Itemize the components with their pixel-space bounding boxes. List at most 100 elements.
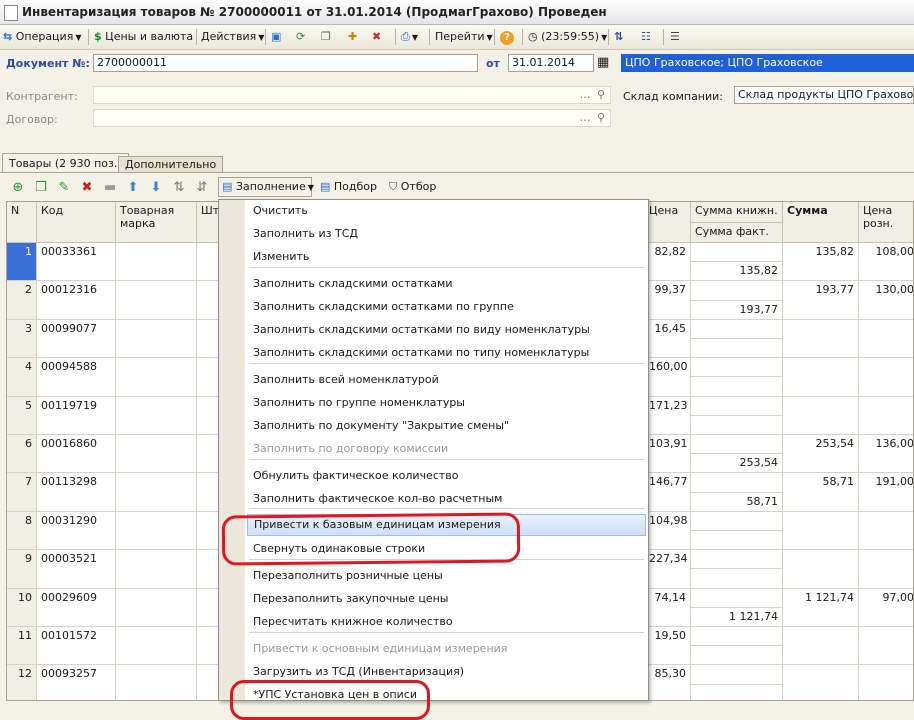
menu-item[interactable]: Перезаполнить розничные цены xyxy=(247,565,646,587)
menu-item[interactable]: Изменить xyxy=(247,246,646,268)
sort-asc-icon[interactable]: ⇅ xyxy=(171,180,187,196)
refresh-icon[interactable]: ⟳ xyxy=(296,28,305,46)
cell-price[interactable]: 85,30 xyxy=(645,665,691,700)
menu-item[interactable]: Заполнить всей номенклатурой xyxy=(247,369,646,391)
cell-brand[interactable] xyxy=(116,627,197,666)
unpost-icon[interactable]: ✖ xyxy=(372,28,381,46)
cell-brand[interactable] xyxy=(116,396,197,435)
col-header-brand[interactable]: Товарная марка xyxy=(116,202,197,243)
cell-sum[interactable] xyxy=(783,396,859,435)
list-icon[interactable]: ☰ xyxy=(670,28,680,46)
menu-item[interactable]: Привести к основным единицам измерения xyxy=(247,638,646,660)
cell-n[interactable]: 8 xyxy=(7,511,37,551)
help-icon[interactable]: ? xyxy=(500,28,514,46)
cell-brand[interactable] xyxy=(116,473,197,512)
menu-item[interactable]: Заполнить из ТСД xyxy=(247,223,646,245)
cell-retail[interactable] xyxy=(859,627,913,666)
cell-retail[interactable] xyxy=(859,665,913,700)
cell-sum[interactable]: 58,71 xyxy=(783,473,859,512)
cell-n[interactable]: 6 xyxy=(7,435,37,474)
cell-sum-fact[interactable]: 58,71 xyxy=(691,492,783,512)
cell-brand[interactable] xyxy=(116,665,197,700)
search-icon[interactable]: ⚲ xyxy=(594,88,608,102)
menu-item[interactable]: Заполнить складскими остатками по типу н… xyxy=(247,342,646,364)
cell-sum[interactable] xyxy=(783,511,859,551)
cell-n[interactable]: 5 xyxy=(7,396,37,435)
cell-price[interactable]: 99,37 xyxy=(645,281,691,320)
cell-brand[interactable] xyxy=(116,358,197,397)
prices-currency-button[interactable]: $ Цены и валюта xyxy=(94,28,193,46)
cell-sum-book[interactable] xyxy=(691,435,783,455)
save-icon[interactable]: ▣ xyxy=(271,28,281,46)
cell-brand[interactable] xyxy=(116,319,197,359)
cell-sum-fact[interactable]: 1 121,74 xyxy=(691,607,783,627)
cell-code[interactable]: 00093257 xyxy=(37,665,116,700)
cell-code[interactable]: 00012316 xyxy=(37,281,116,320)
cell-sum[interactable]: 193,77 xyxy=(783,281,859,320)
filter-button[interactable]: ⛉ Отбор xyxy=(389,179,436,195)
cell-code[interactable]: 00003521 xyxy=(37,550,116,589)
move-up-icon[interactable]: ⬆ xyxy=(125,180,141,196)
cell-sum-fact[interactable]: 135,82 xyxy=(691,262,783,282)
cell-sum-fact[interactable]: 253,54 xyxy=(691,454,783,474)
cell-n[interactable]: 1 xyxy=(7,243,37,282)
fill-menu-button[interactable]: ▤ Заполнение ▼ xyxy=(218,177,314,197)
menu-item[interactable]: Заполнить по договору комиссии xyxy=(247,438,646,460)
cell-sum-book[interactable] xyxy=(691,665,783,685)
move-down-icon[interactable]: ⬇ xyxy=(148,180,164,196)
cell-sum[interactable] xyxy=(783,550,859,589)
col-header-price[interactable]: Цена xyxy=(645,202,691,243)
cell-brand[interactable] xyxy=(116,435,197,474)
cell-sum[interactable]: 1 121,74 xyxy=(783,588,859,627)
cell-code[interactable]: 00029609 xyxy=(37,588,116,627)
cell-sum-book[interactable] xyxy=(691,627,783,647)
select-button[interactable]: ▤ Подбор xyxy=(320,179,377,195)
copy-icon[interactable]: ❐ xyxy=(321,28,331,46)
menu-item[interactable]: Заполнить складскими остатками xyxy=(247,273,646,295)
cell-retail[interactable]: 108,00 xyxy=(859,243,913,282)
cell-price[interactable]: 104,98 xyxy=(645,511,691,551)
col-header-n[interactable]: N xyxy=(7,202,37,243)
cell-sum[interactable] xyxy=(783,627,859,666)
cell-code[interactable]: 00099077 xyxy=(37,319,116,359)
menu-item[interactable]: Заполнить по группе номенклатуры xyxy=(247,392,646,414)
contract-field[interactable]: … ⚲ xyxy=(93,109,611,127)
cell-code[interactable]: 00113298 xyxy=(37,473,116,512)
tab-goods[interactable]: Товары (2 930 поз.) xyxy=(2,153,129,173)
cell-sum-fact[interactable] xyxy=(691,646,783,666)
menu-item[interactable]: Заполнить по документу "Закрытие смены" xyxy=(247,415,646,437)
cell-code[interactable]: 00016860 xyxy=(37,435,116,474)
document-number-field[interactable]: 2700000011 xyxy=(93,54,478,72)
cell-n[interactable]: 7 xyxy=(7,473,37,512)
cell-sum-fact[interactable] xyxy=(691,339,783,359)
col-header-code[interactable]: Код xyxy=(37,202,116,243)
cell-retail[interactable] xyxy=(859,320,913,359)
cell-sum-fact[interactable] xyxy=(691,377,783,397)
cell-n[interactable]: 9 xyxy=(7,550,37,589)
cell-code[interactable]: 00101572 xyxy=(37,627,116,666)
cell-sum-fact[interactable] xyxy=(691,569,783,589)
cell-sum-book[interactable] xyxy=(691,396,783,416)
cell-sum-book[interactable] xyxy=(691,588,783,608)
cell-brand[interactable] xyxy=(116,550,197,589)
cell-sum[interactable] xyxy=(783,665,859,700)
cell-sum-book[interactable] xyxy=(691,319,783,339)
time-button[interactable]: ◷ (23:59:55) ▼ xyxy=(528,28,607,46)
ellipsis-icon[interactable]: … xyxy=(578,88,592,102)
date-field[interactable]: 31.01.2014 xyxy=(508,54,594,72)
cell-price[interactable]: 227,34 xyxy=(645,550,691,589)
cell-price[interactable]: 146,77 xyxy=(645,473,691,512)
cell-n[interactable]: 11 xyxy=(7,627,37,666)
tab-additional[interactable]: Дополнительно xyxy=(118,156,224,173)
cell-retail[interactable] xyxy=(859,550,913,589)
menu-item[interactable]: Очистить xyxy=(247,200,646,222)
col-header-sum-book[interactable]: Сумма книжн. xyxy=(691,202,783,223)
sort-desc-icon[interactable]: ⇵ xyxy=(194,180,210,196)
goto-menu-button[interactable]: Перейти ▼ xyxy=(435,28,493,46)
cell-price[interactable]: 82,82 xyxy=(645,243,691,282)
cell-sum-fact[interactable] xyxy=(691,531,783,551)
cell-retail[interactable]: 130,00 xyxy=(859,281,913,320)
contractor-field[interactable]: … ⚲ xyxy=(93,86,611,104)
end-edit-icon[interactable]: ▬ xyxy=(102,180,118,196)
cell-n[interactable]: 3 xyxy=(7,319,37,359)
